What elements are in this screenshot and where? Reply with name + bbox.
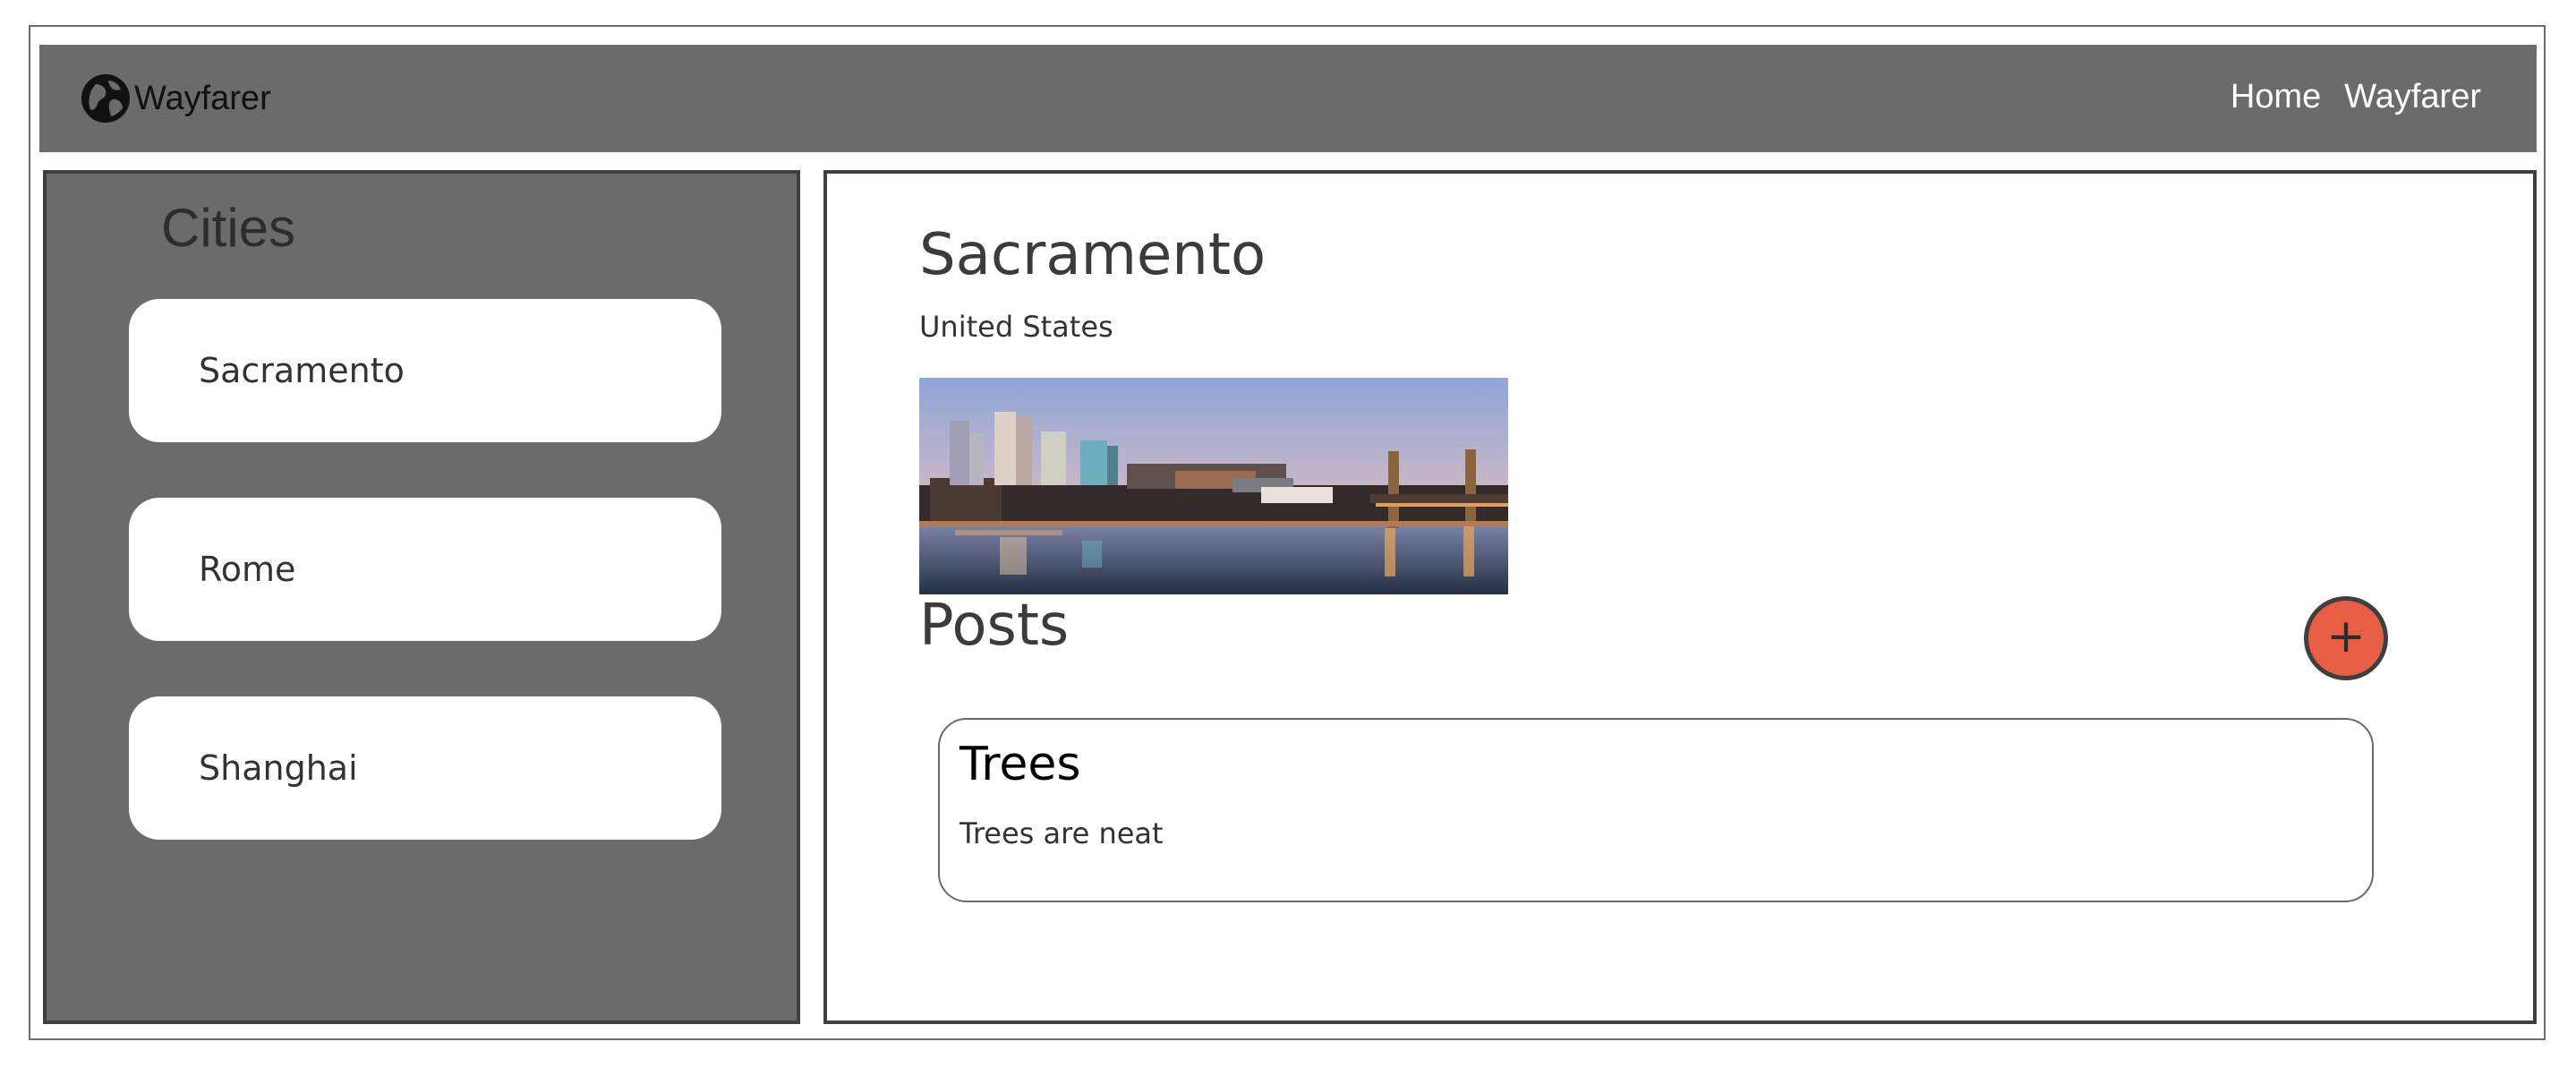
globe-icon — [81, 74, 130, 123]
nav-links: Home Wayfarer — [2231, 77, 2481, 118]
plus-icon: + — [2326, 610, 2366, 663]
post-title: Trees — [960, 738, 1081, 791]
nav-link-wayfarer[interactable]: Wayfarer — [2344, 77, 2481, 118]
brand-label: Wayfarer — [134, 80, 271, 117]
add-post-button[interactable]: + — [2304, 596, 2388, 680]
city-detail-panel: Sacramento United States Posts + Trees T… — [823, 170, 2537, 1024]
cities-sidebar: Cities Sacramento Rome Shanghai — [43, 170, 800, 1024]
top-navbar: Wayfarer Home Wayfarer — [39, 45, 2537, 152]
sidebar-title: Cities — [161, 198, 296, 258]
city-photo — [919, 378, 1508, 594]
city-item-rome[interactable]: Rome — [129, 498, 721, 641]
brand[interactable]: Wayfarer — [81, 72, 271, 125]
city-item-sacramento[interactable]: Sacramento — [129, 299, 721, 442]
city-country: United States — [919, 310, 1113, 344]
posts-heading: Posts — [919, 593, 1070, 659]
post-body: Trees are neat — [960, 816, 1164, 850]
post-card[interactable]: Trees Trees are neat — [938, 718, 2374, 902]
nav-link-home[interactable]: Home — [2231, 77, 2321, 118]
city-item-shanghai[interactable]: Shanghai — [129, 696, 721, 840]
city-title: Sacramento — [919, 222, 1267, 288]
